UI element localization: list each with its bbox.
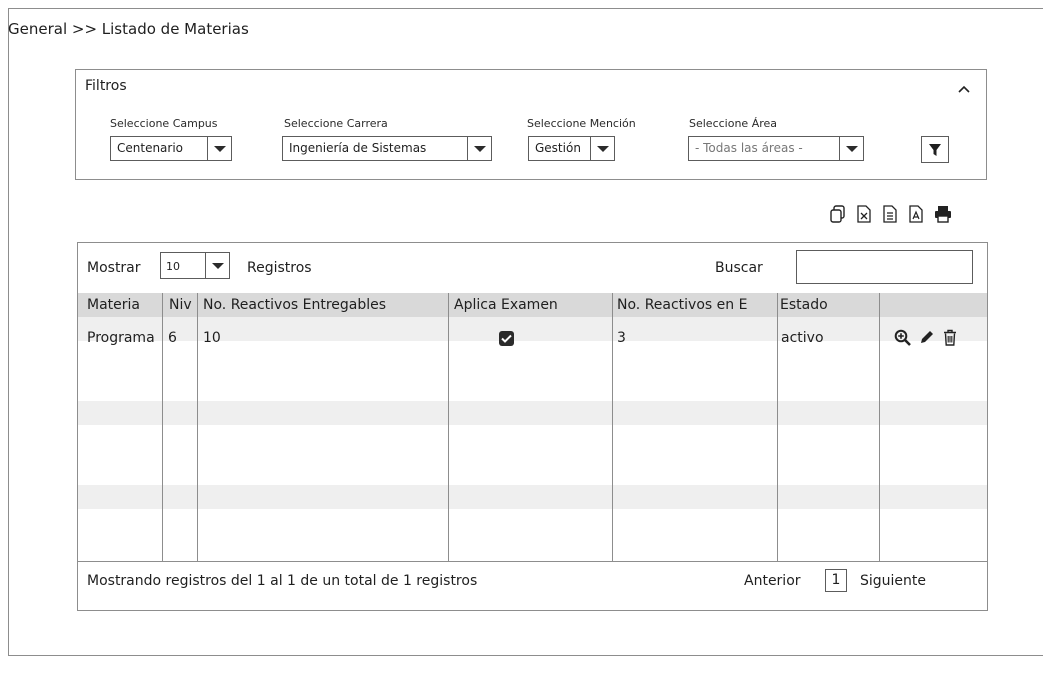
table-bottom-border [78,561,987,562]
mencion-label: Seleccione Mención [527,117,636,130]
chevron-down-icon[interactable] [590,137,614,160]
trash-icon[interactable] [943,329,957,350]
column-divider [777,293,778,561]
filter-icon [929,143,941,156]
cell-reactivos-entregables: 10 [203,330,221,346]
mostrar-label: Mostrar [87,260,141,276]
column-divider [197,293,198,561]
apply-filter-button[interactable] [921,136,949,163]
registros-label: Registros [247,260,312,276]
column-header[interactable]: Materia [87,297,160,313]
campus-label: Seleccione Campus [110,117,218,130]
pencil-icon[interactable] [919,329,935,350]
mencion-select[interactable]: Gestión [528,136,615,161]
column-header[interactable]: Estado [780,297,878,313]
csv-icon[interactable] [882,205,898,223]
copy-icon[interactable] [830,205,846,223]
filters-panel: Filtros Seleccione Campus Centenario Sel… [75,69,987,180]
search-input[interactable] [796,250,973,284]
page-bottom-divider [8,655,1043,656]
carrera-select[interactable]: Ingeniería de Sistemas [282,136,492,161]
cell-estado: activo [781,330,824,346]
aplica-examen-checkbox[interactable] [499,331,514,346]
current-page-button[interactable]: 1 [825,569,847,592]
buscar-label: Buscar [715,260,763,276]
cell-reactivos-examen: 3 [617,330,626,346]
carrera-value: Ingeniería de Sistemas [289,141,427,155]
chevron-down-icon[interactable] [467,137,491,160]
materias-table-panel: Mostrar 10 Registros Buscar Materia Niv … [77,242,988,611]
campus-value: Centenario [117,141,184,155]
zoom-in-icon[interactable] [894,329,911,350]
column-header[interactable]: Aplica Examen [454,297,612,313]
prev-page-button[interactable]: Anterior [744,573,801,589]
filters-title: Filtros [85,78,127,94]
area-value: - Todas las áreas - [695,141,803,155]
pagination-info: Mostrando registros del 1 al 1 de un tot… [87,573,478,589]
materias-table: Materia Niv No. Reactivos Entregables Ap… [78,293,987,562]
export-toolbar [830,205,951,223]
column-divider [879,293,880,561]
area-label: Seleccione Área [689,117,778,130]
pdf-icon[interactable] [908,205,924,223]
column-divider [162,293,163,561]
column-header[interactable]: Niv [169,297,197,313]
print-icon[interactable] [934,205,951,223]
page-size-value: 10 [166,260,180,273]
row-actions [894,329,957,350]
table-row-stripe [78,401,987,425]
carrera-label: Seleccione Carrera [284,117,388,130]
area-select[interactable]: - Todas las áreas - [688,136,864,161]
page-size-select[interactable]: 10 [160,252,230,279]
chevron-down-icon[interactable] [205,253,229,278]
breadcrumb: General >> Listado de Materias [8,20,249,38]
chevron-down-icon[interactable] [207,137,231,160]
chevron-down-icon[interactable] [839,137,863,160]
column-divider [612,293,613,561]
excel-icon[interactable] [856,205,872,223]
column-header[interactable]: No. Reactivos en E [617,297,777,313]
cell-nivel: 6 [168,330,177,346]
campus-select[interactable]: Centenario [110,136,232,161]
column-divider [448,293,449,561]
next-page-button[interactable]: Siguiente [860,573,926,589]
cell-materia: Programa [87,330,155,346]
chevron-up-icon[interactable] [958,82,970,96]
table-row-stripe [78,485,987,509]
mencion-value: Gestión [535,141,581,155]
column-header[interactable]: No. Reactivos Entregables [203,297,448,313]
